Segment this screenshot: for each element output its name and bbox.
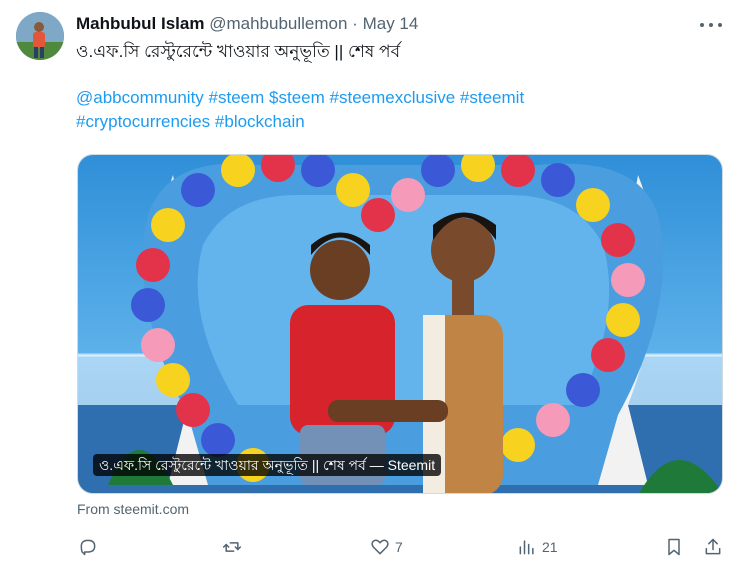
- card-image: [78, 155, 722, 493]
- hashtag-list: @abbcommunity #steem $steem #steemexclus…: [76, 86, 716, 134]
- views-count: 21: [542, 539, 558, 555]
- separator-dot: ·: [352, 14, 358, 33]
- hashtag-link[interactable]: #cryptocurrencies: [76, 112, 210, 131]
- hashtag-link[interactable]: #steem: [209, 88, 265, 107]
- card-source[interactable]: From steemit.com: [77, 501, 189, 517]
- like-button[interactable]: 7: [370, 532, 403, 562]
- hashtag-link[interactable]: #steemexclusive: [330, 88, 456, 107]
- tweet-title-line: ও.এফ.সি রেস্টুরেন্টে খাওয়ার অনুভূতি || …: [76, 42, 401, 61]
- bookmark-icon: [668, 538, 680, 556]
- retweet-button[interactable]: [222, 532, 242, 562]
- link-card[interactable]: ও.এফ.সি রেস্টুরেন্টে খাওয়ার অনুভূতি || …: [77, 154, 723, 494]
- tweet[interactable]: Mahbubul Islam @mahbubullemon · May 14 ও…: [0, 0, 753, 575]
- hashtag-link[interactable]: #blockchain: [215, 112, 305, 131]
- hashtag-link[interactable]: #steemit: [460, 88, 524, 107]
- share-icon: [705, 538, 721, 555]
- card-caption: ও.এফ.সি রেস্টুরেন্টে খাওয়ার অনুভূতি || …: [93, 454, 442, 476]
- action-bar: 7 21: [0, 532, 753, 562]
- views-button[interactable]: 21: [517, 532, 558, 562]
- share-button[interactable]: [703, 532, 723, 562]
- tweet-text: ও.এফ.সি রেস্টুরেন্টে খাওয়ার অনুভূতি || …: [76, 40, 716, 134]
- like-count: 7: [395, 539, 403, 555]
- tweet-header: Mahbubul Islam @mahbubullemon · May 14: [76, 13, 418, 35]
- cashtag-link[interactable]: $steem: [269, 88, 325, 107]
- author-name[interactable]: Mahbubul Islam: [76, 14, 204, 33]
- more-options-icon[interactable]: [698, 14, 724, 34]
- mention-link[interactable]: @abbcommunity: [76, 88, 204, 107]
- reply-button[interactable]: [78, 532, 98, 562]
- avatar[interactable]: [16, 12, 64, 60]
- avatar-image: [16, 12, 64, 60]
- bookmark-button[interactable]: [664, 532, 684, 562]
- heart-icon: [371, 539, 389, 555]
- reply-icon: [80, 539, 96, 556]
- retweet-icon: [222, 542, 242, 552]
- tweet-date[interactable]: May 14: [363, 14, 419, 33]
- author-handle[interactable]: @mahbubullemon: [209, 14, 347, 33]
- views-icon: [519, 540, 534, 555]
